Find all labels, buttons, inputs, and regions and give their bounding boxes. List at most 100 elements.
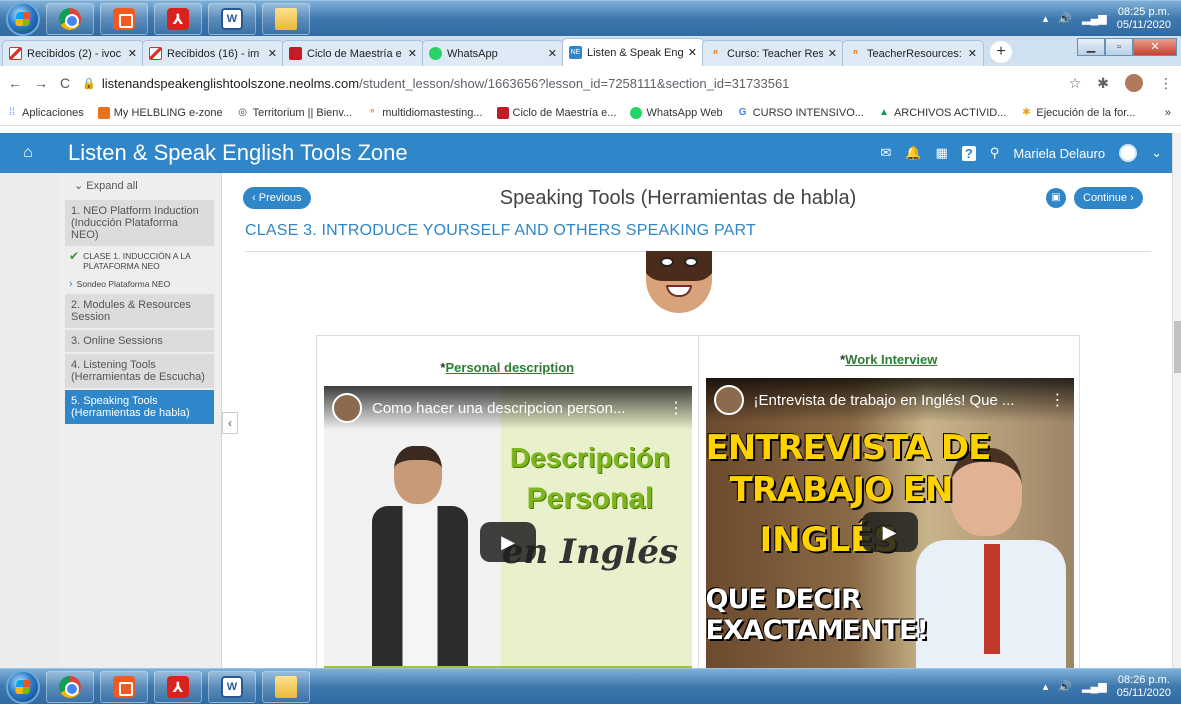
video-title[interactable]: Como hacer una descripcion person... [372, 400, 658, 417]
sidebar-collapse-button[interactable]: ‹ [222, 412, 238, 434]
tab-curso-teacher[interactable]: ⁿ Curso: Teacher Res ✕ [702, 40, 844, 66]
taskbar-chrome[interactable] [46, 2, 94, 35]
tab-listen-speak[interactable]: NE Listen & Speak Eng ✕ [562, 38, 704, 66]
taskbar-outlook[interactable] [100, 670, 148, 703]
search-icon[interactable]: ⚲ [990, 145, 1000, 161]
volume-icon[interactable]: 🔊 [1058, 12, 1072, 25]
signal-icon[interactable]: ▂▄▆ [1082, 12, 1107, 25]
taskbar-word[interactable]: W [208, 2, 256, 35]
bookmark-apps[interactable]: ⁞⁞ Aplicaciones [6, 107, 84, 119]
close-icon[interactable]: ✕ [688, 46, 697, 59]
close-icon[interactable]: ✕ [968, 47, 977, 60]
close-icon[interactable]: ✕ [828, 47, 837, 60]
profile-avatar-icon[interactable] [1125, 74, 1143, 92]
close-icon[interactable]: ✕ [408, 47, 417, 60]
tab-title: Curso: Teacher Res [727, 47, 823, 60]
clock-time: 08:26 p.m. [1117, 673, 1170, 686]
tab-whatsapp[interactable]: WhatsApp ✕ [422, 40, 564, 66]
taskbar-folder[interactable] [262, 2, 310, 35]
more-options-icon[interactable]: ⋮ [1050, 390, 1066, 410]
notifications-bell-icon[interactable]: 🔔 [905, 145, 921, 161]
sidebar-subitem-sondeo[interactable]: › Sondeo Plataforma NEO [65, 276, 214, 292]
user-name[interactable]: Mariela Delauro [1013, 146, 1105, 161]
bitmoji-eye [660, 257, 674, 267]
video-title-bar: Como hacer una descripcion person... ⋮ [324, 386, 692, 430]
scrollbar-thumb[interactable] [1174, 321, 1181, 373]
taskbar-bottom: ⅄ W ▴ 🔊 ▂▄▆ 08:26 p.m. 05/11/2020 [0, 668, 1181, 704]
close-icon[interactable]: ✕ [268, 47, 277, 60]
back-icon[interactable]: ← [8, 75, 22, 91]
mail-icon[interactable]: ✉ [880, 145, 891, 161]
sidebar-item-neo-induction[interactable]: 1. NEO Platform Induction (Inducción Pla… [65, 200, 214, 246]
minimize-icon[interactable]: ▁ [1077, 38, 1105, 56]
bookmark-star-icon[interactable]: ☆ [1069, 75, 1082, 92]
new-tab-button[interactable]: + [990, 41, 1012, 63]
save-icon[interactable]: ▣ [1046, 188, 1066, 208]
forward-icon[interactable]: → [34, 75, 48, 91]
continue-button[interactable]: Continue › [1074, 187, 1143, 209]
bookmark-multidiomas[interactable]: ⁿ multidiomastesting... [366, 107, 482, 119]
tab-teacherresources[interactable]: ⁿ TeacherResources: ✕ [842, 40, 984, 66]
page-scrollbar[interactable] [1172, 133, 1181, 668]
bookmark-territorium[interactable]: ◎ Territorium || Bienv... [237, 107, 352, 119]
taskbar-word[interactable]: W [208, 670, 256, 703]
maximize-icon[interactable]: ▫ [1105, 38, 1133, 56]
sidebar-item-speaking-tools[interactable]: 5. Speaking Tools (Herramientas de habla… [65, 390, 214, 424]
channel-avatar-icon[interactable] [332, 393, 362, 423]
user-avatar-icon[interactable] [1119, 144, 1138, 162]
taskbar-acrobat[interactable]: ⅄ [154, 2, 202, 35]
chevron-down-icon[interactable]: ⌄ [1151, 145, 1162, 161]
help-icon[interactable]: ? [961, 145, 976, 161]
clock[interactable]: 08:25 p.m. 05/11/2020 [1117, 6, 1171, 32]
expand-all-button[interactable]: ⌄ Expand all [60, 173, 222, 198]
app-title[interactable]: Listen & Speak English Tools Zone [68, 140, 408, 166]
play-button-icon[interactable]: ▶ [861, 512, 918, 552]
tab-ciclo[interactable]: Ciclo de Maestría e ✕ [282, 40, 424, 66]
sidebar-item-modules[interactable]: 2. Modules & Resources Session [65, 294, 214, 328]
close-icon[interactable]: ✕ [128, 47, 137, 60]
bookmark-label: Ciclo de Maestría e... [512, 106, 617, 119]
taskbar-folder[interactable] [262, 670, 310, 703]
home-icon[interactable]: ⌂ [0, 144, 56, 162]
url-field[interactable]: 🔒 listenandspeakenglishtoolszone.neolms.… [82, 76, 1057, 91]
reload-icon[interactable]: C [60, 75, 70, 91]
signal-icon[interactable]: ▂▄▆ [1082, 680, 1107, 693]
bookmark-curso[interactable]: G CURSO INTENSIVO... [737, 107, 864, 119]
taskbar-acrobat[interactable]: ⅄ [154, 670, 202, 703]
volume-icon[interactable]: 🔊 [1058, 680, 1072, 693]
youtube-video-personal-description[interactable]: Descripción Personal en Inglés Como hace… [324, 386, 692, 668]
sidebar-subitem-clase1[interactable]: ✔ CLASE 1. INDUCCIÓN A LA PLATAFORMA NEO [65, 248, 214, 274]
tray-arrow-icon[interactable]: ▴ [1043, 680, 1049, 693]
taskbar-chrome[interactable] [46, 670, 94, 703]
bookmark-ciclo[interactable]: Ciclo de Maestría e... [496, 106, 617, 119]
clock[interactable]: 08:26 p.m. 05/11/2020 [1117, 674, 1171, 700]
bookmark-helbling[interactable]: My HELBLING e-zone [97, 106, 223, 119]
calendar-icon[interactable]: ▦ [936, 145, 948, 161]
bookmark-ejecucion[interactable]: ✱ Ejecución de la for... [1020, 107, 1135, 119]
tab-title: Listen & Speak Eng [587, 46, 683, 59]
channel-avatar-icon[interactable] [713, 385, 744, 415]
sidebar-item-listening-tools[interactable]: 4. Listening Tools (Herramientas de Escu… [65, 354, 214, 388]
video-title[interactable]: ¡Entrevista de trabajo en Inglés! Que ..… [754, 392, 1040, 409]
work-interview-link[interactable]: Work Interview [845, 352, 937, 367]
more-options-icon[interactable]: ⋮ [668, 398, 684, 418]
sidebar-item-online-sessions[interactable]: 3. Online Sessions [65, 330, 214, 352]
menu-kebab-icon[interactable]: ⋮ [1159, 75, 1173, 92]
play-button-icon[interactable]: ▶ [480, 522, 536, 562]
lock-icon[interactable]: 🔒 [82, 77, 96, 90]
taskbar-outlook[interactable] [100, 2, 148, 35]
windows-start-icon[interactable] [6, 669, 40, 704]
extensions-icon[interactable]: ✱ [1097, 75, 1109, 92]
close-icon[interactable]: ✕ [548, 47, 557, 60]
window-close-icon[interactable]: ✕ [1133, 38, 1177, 56]
tab-gmail-2[interactable]: Recibidos (16) - im ✕ [142, 40, 284, 66]
tab-gmail-1[interactable]: Recibidos (2) - ivoc ✕ [2, 40, 144, 66]
youtube-video-work-interview[interactable]: ENTREVISTA DE TRABAJO EN INGLÉS QUE DECI… [705, 378, 1074, 668]
windows-start-icon[interactable] [6, 1, 40, 36]
bookmark-whatsapp[interactable]: WhatsApp Web [630, 106, 723, 119]
personal-description-link[interactable]: Personal description [445, 360, 574, 375]
tray-arrow-icon[interactable]: ▴ [1043, 12, 1049, 25]
bookmark-archivos[interactable]: ▲ ARCHIVOS ACTIVID... [878, 107, 1006, 119]
bookmarks-overflow-button[interactable]: » [1165, 107, 1181, 119]
taskbar-top: ⅄ W ▴ 🔊 ▂▄▆ 08:25 p.m. 05/11/2020 [0, 0, 1181, 36]
